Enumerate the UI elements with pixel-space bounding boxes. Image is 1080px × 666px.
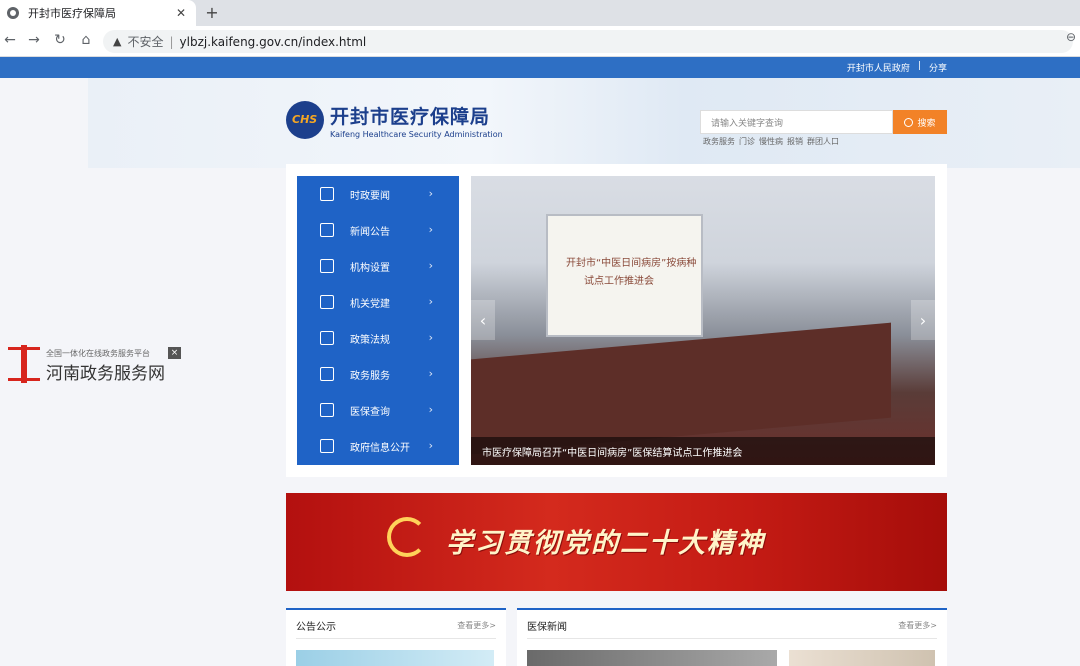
insecure-label[interactable]: 不安全 (127, 33, 163, 50)
chevron-right-icon: › (428, 331, 433, 344)
browser-tab[interactable]: 开封市医疗保障局 ✕ (0, 0, 196, 26)
news-panel: 医保新闻 查看更多> (517, 608, 947, 666)
url-omnibox[interactable]: ▲ 不安全 | ylbzj.kaifeng.gov.cn/index.html (103, 30, 1073, 53)
doc-icon (320, 367, 334, 381)
float-subtitle: 全国一体化在线政务服务平台 (46, 349, 150, 358)
side-menu: 时政要闻 › 新闻公告 › 机构设置 › 机关党建 › 政策法规 › 政务服务 › 医保查询… (297, 176, 459, 465)
address-bar: ← → ↻ ⌂ ▲ 不安全 | ylbzj.kaifeng.gov.cn/ind… (0, 26, 1080, 57)
notice-panel: 公告公示 查看更多> (286, 608, 506, 666)
reload-icon[interactable]: ↻ (52, 32, 68, 48)
hammer-sickle-icon (387, 517, 427, 557)
chevron-right-icon: › (428, 439, 433, 452)
news-thumbnail[interactable] (527, 650, 777, 666)
warning-icon[interactable]: ▲ (113, 35, 121, 48)
news-more-link[interactable]: 查看更多> (898, 620, 937, 631)
hot-keyword[interactable]: 报销 (787, 136, 803, 147)
menu-label: 时政要闻 (350, 190, 390, 202)
new-tab-button[interactable]: + (204, 3, 220, 22)
hot-keywords: 政务服务 门诊 慢性病 报销 群团人口 (703, 136, 839, 147)
menu-item-org[interactable]: 机构设置 › (297, 248, 459, 284)
menu-item-news[interactable]: 时政要闻 › (297, 176, 459, 212)
logo-abbr: CHS (292, 113, 318, 126)
banner-slogan: 学习贯彻党的二十大精神 (446, 528, 765, 559)
menu-label: 政策法规 (350, 334, 390, 346)
menu-label: 医保查询 (350, 406, 390, 418)
layers-icon (320, 439, 334, 453)
carousel-prev-button[interactable]: ‹ (471, 300, 495, 340)
chevron-right-icon: › (428, 295, 433, 308)
menu-label: 新闻公告 (350, 226, 390, 238)
logo-title-cn: 开封市医疗保障局 (330, 105, 491, 128)
building-icon (320, 295, 334, 309)
scale-icon (320, 331, 334, 345)
float-close-icon[interactable]: × (168, 347, 181, 359)
globe-icon (7, 7, 19, 19)
carousel-caption[interactable]: 市医疗保障局召开“中医日间病房”医保结算试点工作推进会 (471, 437, 935, 465)
zoom-icon[interactable]: ⊖ (1066, 30, 1076, 44)
menu-label: 政府信息公开 (350, 442, 410, 454)
url-separator: | (169, 34, 174, 49)
menu-label: 政务服务 (350, 370, 390, 382)
slide-photo-desk (471, 322, 891, 455)
browser-tab-strip: 开封市医疗保障局 ✕ + (0, 0, 1080, 26)
notice-icon (320, 223, 334, 237)
menu-item-service[interactable]: 政务服务 › (297, 356, 459, 392)
menu-item-query[interactable]: 医保查询 › (297, 392, 459, 428)
menu-item-policy[interactable]: 政策法规 › (297, 320, 459, 356)
site-logo[interactable]: CHS 开封市医疗保障局 Kaifeng Healthcare Security… (286, 101, 503, 139)
hot-keyword[interactable]: 门诊 (739, 136, 755, 147)
menu-label: 机构设置 (350, 262, 390, 274)
top-links: 开封市人民政府 | 分享 (847, 61, 947, 74)
close-tab-icon[interactable]: ✕ (172, 6, 190, 20)
home-icon[interactable]: ⌂ (78, 32, 94, 48)
menu-label: 机关党建 (350, 298, 390, 310)
gov-link[interactable]: 开封市人民政府 (847, 61, 910, 74)
float-title: 河南政务服务网 (46, 364, 165, 384)
henan-service-logo-icon (8, 345, 40, 383)
tab-title: 开封市医疗保障局 (28, 7, 116, 20)
chevron-right-icon: › (428, 187, 433, 200)
search-button[interactable]: 搜索 (893, 110, 947, 134)
notice-more-link[interactable]: 查看更多> (457, 620, 496, 631)
news-carousel[interactable]: 开封市“中医日间病房”按病种 试点工作推进会 ‹ › 市医疗保障局召开“中医日间… (471, 176, 935, 465)
screen-text: 开封市“中医日间病房”按病种 (566, 258, 697, 269)
hot-keyword[interactable]: 政务服务 (703, 136, 735, 147)
slide-photo-screen: 开封市“中医日间病房”按病种 试点工作推进会 (546, 214, 703, 337)
menu-item-party[interactable]: 机关党建 › (297, 284, 459, 320)
chs-emblem-icon: CHS (286, 101, 324, 139)
henan-service-float[interactable]: 全国一体化在线政务服务平台 河南政务服务网 × (8, 343, 181, 384)
news-thumbnail[interactable] (789, 650, 935, 666)
notice-thumbnail[interactable] (296, 650, 494, 666)
logo-title-en: Kaifeng Healthcare Security Administrati… (330, 129, 503, 139)
query-icon (320, 403, 334, 417)
news-icon (320, 187, 334, 201)
screen-text: 试点工作推进会 (584, 276, 654, 287)
news-panel-title: 医保新闻 (527, 622, 567, 633)
chevron-right-icon: › (428, 223, 433, 236)
chevron-right-icon: › (428, 367, 433, 380)
promo-banner[interactable]: 学习贯彻党的二十大精神 (286, 493, 947, 591)
search-input[interactable]: 请输入关键字查询 (700, 110, 893, 134)
notice-panel-title: 公告公示 (296, 622, 336, 633)
back-icon[interactable]: ← (2, 32, 18, 48)
share-link[interactable]: 分享 (929, 61, 947, 74)
forward-icon[interactable]: → (26, 32, 42, 48)
web-page: 开封市人民政府 | 分享 CHS 开封市医疗保障局 Kaifeng Health… (0, 57, 1080, 666)
chevron-right-icon: › (428, 403, 433, 416)
chevron-right-icon: › (428, 259, 433, 272)
search-icon (904, 117, 914, 127)
hot-keyword[interactable]: 群团人口 (807, 136, 839, 147)
search-button-label: 搜索 (917, 118, 936, 129)
hot-keyword[interactable]: 慢性病 (759, 136, 783, 147)
search-box: 请输入关键字查询 搜索 (700, 110, 947, 134)
top-strip: 开封市人民政府 | 分享 (0, 57, 1080, 78)
org-icon (320, 259, 334, 273)
menu-item-disclosure[interactable]: 政府信息公开 › (297, 428, 459, 464)
divider (527, 638, 937, 639)
top-link-divider: | (917, 61, 921, 71)
carousel-next-button[interactable]: › (911, 300, 935, 340)
menu-item-notice[interactable]: 新闻公告 › (297, 212, 459, 248)
divider (296, 638, 496, 639)
url-text[interactable]: ylbzj.kaifeng.gov.cn/index.html (180, 35, 367, 49)
